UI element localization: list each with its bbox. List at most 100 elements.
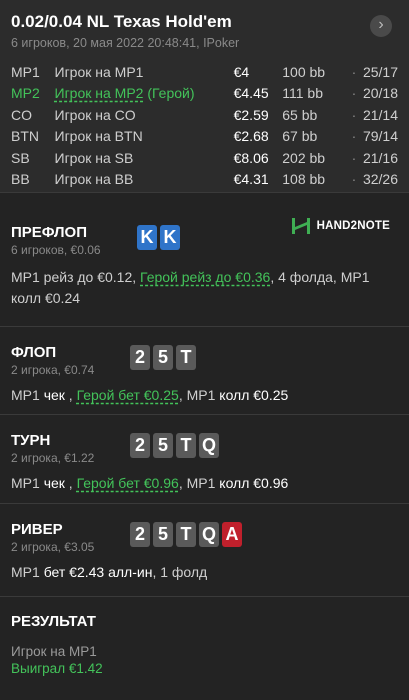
flop-section: ФЛОП 2 игрока, €0.74 2 5 T MP1 чек , Гер… [0, 326, 409, 414]
player-stats: 21/14 [362, 106, 398, 123]
player-name: Игрок на MP2 (Герой) [55, 83, 234, 105]
player-stats: 79/14 [362, 128, 398, 145]
action-text: , [64, 475, 77, 491]
player-name: Игрок на MP1 [54, 63, 144, 80]
card: K [137, 225, 157, 250]
player-row: SB Игрок на SB €8.06 202 bb · 21/16 [11, 147, 398, 169]
hero-action[interactable]: Герой рейз до €0.36 [140, 269, 270, 285]
card: T [176, 433, 196, 458]
card: A [222, 522, 242, 547]
action-text: колл €0.25 [219, 387, 289, 403]
card: 2 [130, 345, 150, 370]
action-text: MP1 [11, 564, 44, 580]
player-name: Игрок на BTN [54, 128, 143, 145]
card: 5 [153, 345, 173, 370]
player-stats: 25/17 [362, 63, 398, 80]
action-text: бет €2.43 алл-ин [43, 564, 153, 580]
street-title: ФЛОП [11, 344, 57, 361]
stat-separator: · [351, 128, 357, 145]
river-section: РИВЕР 2 игрока, €3.05 2 5 T Q A MP1 бет … [0, 503, 409, 596]
action-text: , 1 фолд [152, 564, 208, 580]
player-position: BTN [11, 128, 39, 145]
street-subtitle: 2 игрока, €0.74 [11, 363, 95, 377]
stat-separator: · [351, 85, 357, 102]
player-stack: €8.06 [233, 149, 269, 166]
player-position: BB [11, 171, 30, 188]
card: 5 [153, 522, 173, 547]
chevron-right-icon: › [378, 16, 384, 33]
winner-name: Игрок на MP1 [11, 644, 97, 659]
action-text: MP1 [11, 475, 44, 491]
game-subtitle: 6 игроков, 20 мая 2022 20:48:41, IPoker [11, 36, 240, 50]
player-stats: 32/26 [362, 171, 398, 188]
player-name: Игрок на BB [54, 171, 134, 188]
player-row: BTN Игрок на BTN €2.68 67 bb · 79/14 [11, 126, 398, 148]
hero-name-link[interactable]: Игрок на MP2 [55, 85, 144, 101]
player-stack-bb: 67 bb [282, 128, 318, 145]
player-row: MP1 Игрок на MP1 €4 100 bb · 25/17 [11, 61, 398, 83]
player-stack: €2.59 [233, 106, 269, 123]
hero-label: (Герой) [143, 85, 195, 102]
card: 2 [130, 522, 150, 547]
game-title: 0.02/0.04 NL Texas Hold'em [11, 12, 232, 31]
hand2note-logo: HAND2NOTE [291, 216, 390, 236]
player-position: SB [11, 149, 30, 166]
player-stack-bb: 65 bb [282, 106, 318, 123]
player-position: CO [11, 106, 32, 123]
card: Q [199, 433, 219, 458]
player-stack-bb: 108 bb [282, 171, 326, 188]
player-name: Игрок на CO [54, 106, 136, 123]
hand-header: 0.02/0.04 NL Texas Hold'em 6 игроков, 20… [0, 0, 409, 192]
stat-separator: · [351, 171, 357, 188]
street-actions: MP1 рейз до €0.12, Герой рейз до €0.36, … [11, 267, 398, 309]
board-cards: 2 5 T Q [130, 433, 219, 458]
hand2note-logo-icon [291, 218, 310, 234]
board-cards: 2 5 T [130, 345, 196, 370]
action-text: колл €0.24 [11, 290, 81, 306]
player-row: CO Игрок на CO €2.59 65 bb · 21/14 [11, 104, 398, 126]
player-position: MP2 [11, 85, 40, 102]
card: Q [199, 522, 219, 547]
action-text: чек [43, 475, 65, 491]
player-stack: €4 [233, 63, 250, 80]
stat-separator: · [351, 106, 357, 123]
street-actions: MP1 чек , Герой бет €0.96, MP1 колл €0.9… [11, 473, 398, 494]
player-stack-bb: 111 bb [282, 85, 323, 102]
street-actions: MP1 бет €2.43 алл-ин, 1 фолд [11, 562, 398, 583]
player-stack-bb: 100 bb [282, 63, 326, 80]
player-position: MP1 [11, 63, 40, 80]
player-stack: €4.45 [233, 85, 269, 102]
action-text: , 4 фолда, MP1 [270, 269, 370, 285]
player-row: BB Игрок на BB €4.31 108 bb · 32/26 [11, 169, 398, 191]
action-text: MP1 [11, 387, 44, 403]
turn-section: ТУРН 2 игрока, €1.22 2 5 T Q MP1 чек , Г… [0, 414, 409, 503]
action-text: , [64, 387, 77, 403]
hand2note-logo-text: HAND2NOTE [316, 220, 390, 232]
player-stack: €2.68 [233, 128, 269, 145]
next-hand-button[interactable]: › [370, 15, 392, 37]
card: 5 [153, 433, 173, 458]
hero-action[interactable]: Герой бет €0.96 [77, 475, 179, 491]
card: 2 [130, 433, 150, 458]
stat-separator: · [351, 149, 357, 166]
action-text: , MP1 [178, 387, 220, 403]
card: K [160, 225, 180, 250]
action-text: колл €0.96 [219, 475, 289, 491]
players-table: MP1 Игрок на MP1 €4 100 bb · 25/17 MP2 И… [11, 61, 398, 190]
action-text: , MP1 [178, 475, 220, 491]
preflop-section: ПРЕФЛОП 6 игроков, €0.06 K K HAND2NOTE M… [0, 192, 409, 326]
board-cards: 2 5 T Q A [130, 522, 242, 547]
action-text: чек [43, 387, 65, 403]
hero-cards: K K [137, 225, 180, 250]
stat-separator: · [351, 63, 357, 80]
street-actions: MP1 чек , Герой бет €0.25, MP1 колл €0.2… [11, 385, 398, 406]
hero-action[interactable]: Герой бет €0.25 [77, 387, 179, 403]
player-stack-bb: 202 bb [282, 149, 326, 166]
result-title: РЕЗУЛЬТАТ [11, 613, 96, 630]
card: T [176, 522, 196, 547]
player-stack: €4.31 [233, 171, 269, 188]
winner-amount: Выиграл €1.42 [11, 661, 103, 676]
result-section: РЕЗУЛЬТАТ Игрок на MP1 Выиграл €1.42 [0, 596, 409, 700]
action-text: MP1 рейз до €0.12, [11, 269, 141, 285]
player-stats: 21/16 [362, 149, 398, 166]
